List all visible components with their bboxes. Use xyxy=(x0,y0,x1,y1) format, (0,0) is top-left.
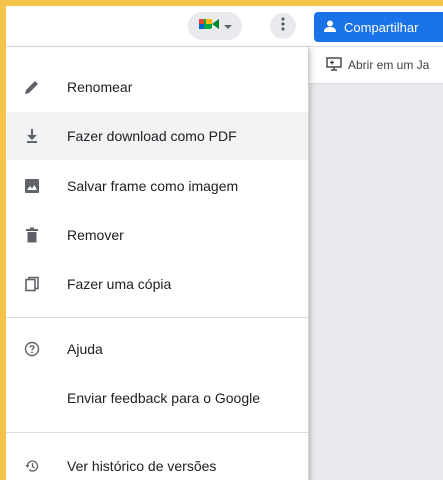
menu-item-make-copy[interactable]: Fazer uma cópia xyxy=(6,260,308,308)
menu-item-rename[interactable]: Renomear xyxy=(6,63,308,111)
image-icon xyxy=(22,176,42,196)
menu-item-label: Fazer download como PDF xyxy=(67,128,237,144)
trash-icon xyxy=(22,225,42,245)
copy-icon xyxy=(22,274,42,294)
download-icon xyxy=(22,126,42,146)
menu-item-label: Enviar feedback para o Google xyxy=(67,390,261,406)
open-in-window-link[interactable]: Abrir em um Ja xyxy=(348,58,429,72)
meet-button[interactable] xyxy=(188,12,242,40)
share-label: Compartilhar xyxy=(344,19,419,35)
menu-item-remove[interactable]: Remover xyxy=(6,211,308,259)
menu-item-label: Ajuda xyxy=(67,341,103,357)
more-options-button[interactable] xyxy=(270,13,296,39)
history-icon xyxy=(22,456,42,476)
toolbar: Compartilhar xyxy=(6,6,443,47)
more-options-menu: Renomear Fazer download como PDF Salvar … xyxy=(6,47,309,480)
menu-item-help[interactable]: Ajuda xyxy=(6,325,308,373)
person-add-icon xyxy=(324,20,338,35)
menu-divider xyxy=(6,432,308,433)
menu-item-label: Salvar frame como imagem xyxy=(67,178,239,194)
menu-item-label: Fazer uma cópia xyxy=(67,276,172,292)
slides-subbar: Abrir em um Ja xyxy=(308,47,443,84)
menu-item-label: Renomear xyxy=(67,79,133,95)
help-icon xyxy=(22,339,42,359)
present-icon xyxy=(326,56,342,74)
menu-divider xyxy=(6,317,308,318)
menu-item-version-history[interactable]: Ver histórico de versões xyxy=(6,442,308,480)
menu-item-save-frame-image[interactable]: Salvar frame como imagem xyxy=(6,162,308,210)
share-button[interactable]: Compartilhar xyxy=(314,12,443,42)
pencil-icon xyxy=(22,77,42,97)
google-meet-icon xyxy=(198,16,220,37)
menu-item-label: Remover xyxy=(67,227,124,243)
app-frame: Compartilhar Abrir em um Ja Renomear Faz… xyxy=(6,6,443,480)
menu-item-send-feedback[interactable]: Enviar feedback para o Google xyxy=(6,374,308,422)
menu-item-download-pdf[interactable]: Fazer download como PDF xyxy=(6,112,308,160)
chevron-down-icon xyxy=(224,17,232,35)
menu-item-label: Ver histórico de versões xyxy=(67,458,217,474)
more-vert-icon xyxy=(281,16,285,36)
